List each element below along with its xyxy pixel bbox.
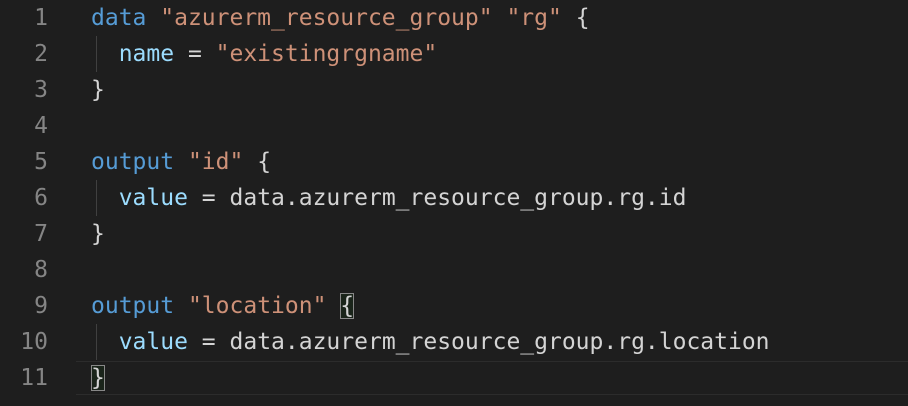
code-token: "id"	[187, 149, 244, 175]
code-token: = data.azurerm_resource_group.rg.locatio…	[187, 329, 770, 355]
code-line[interactable]: 6 value = data.azurerm_resource_group.rg…	[0, 180, 908, 216]
line-code: }	[91, 72, 105, 108]
code-line[interactable]: 9 output "location" {	[0, 288, 908, 324]
line-number: 7	[34, 221, 48, 247]
code-line[interactable]: 5 output "id" {	[0, 144, 908, 180]
code-line[interactable]: 7}	[0, 216, 908, 252]
code-line[interactable]: 10 value = data.azurerm_resource_group.r…	[0, 324, 908, 360]
code-token: output	[91, 293, 175, 319]
line-number: 3	[34, 77, 48, 103]
matched-bracket: {	[340, 293, 355, 319]
code-token: data	[91, 5, 147, 31]
code-token: value	[118, 185, 188, 211]
code-token: {	[561, 5, 590, 31]
code-token: name	[118, 41, 175, 67]
code-token: output	[91, 149, 175, 175]
code-token: = data.azurerm_resource_group.rg.id	[187, 185, 687, 211]
line-code: }	[91, 216, 105, 252]
code-token: {	[243, 149, 272, 175]
line-number: 8	[34, 257, 48, 283]
code-line[interactable]: 11}	[0, 360, 908, 396]
line-number: 9	[34, 293, 48, 319]
code-token: value	[118, 329, 188, 355]
code-editor[interactable]: 1 data "azurerm_resource_group" "rg" {2 n…	[0, 0, 908, 406]
code-token: }	[91, 221, 105, 247]
code-token: =	[174, 41, 216, 67]
line-number: 1	[34, 5, 48, 31]
line-number: 5	[34, 149, 48, 175]
line-number: 4	[34, 113, 48, 139]
code-token: "existingrgname"	[215, 41, 438, 67]
line-code: }	[91, 360, 105, 396]
code-token: "location"	[187, 293, 327, 319]
code-line[interactable]: 4	[0, 108, 908, 144]
line-code: name = "existingrgname"	[91, 36, 438, 72]
code-line[interactable]: 3}	[0, 72, 908, 108]
code-token: }	[91, 77, 105, 103]
line-code: output "id" {	[91, 144, 271, 180]
line-number: 6	[34, 185, 48, 211]
line-number: 11	[20, 365, 48, 391]
line-number: 2	[34, 41, 48, 67]
code-token: "rg"	[506, 5, 562, 31]
code-token: "azurerm_resource_group"	[160, 5, 493, 31]
line-code: data "azurerm_resource_group" "rg" {	[91, 0, 590, 36]
line-code: value = data.azurerm_resource_group.rg.i…	[91, 180, 687, 216]
code-line[interactable]: 2 name = "existingrgname"	[0, 36, 908, 72]
code-line[interactable]: 1 data "azurerm_resource_group" "rg" {	[0, 0, 908, 36]
line-number: 10	[20, 329, 48, 355]
line-code: value = data.azurerm_resource_group.rg.l…	[91, 324, 770, 360]
matched-bracket: }	[91, 365, 105, 391]
code-line[interactable]: 8	[0, 252, 908, 288]
line-code: output "location" {	[91, 288, 355, 324]
